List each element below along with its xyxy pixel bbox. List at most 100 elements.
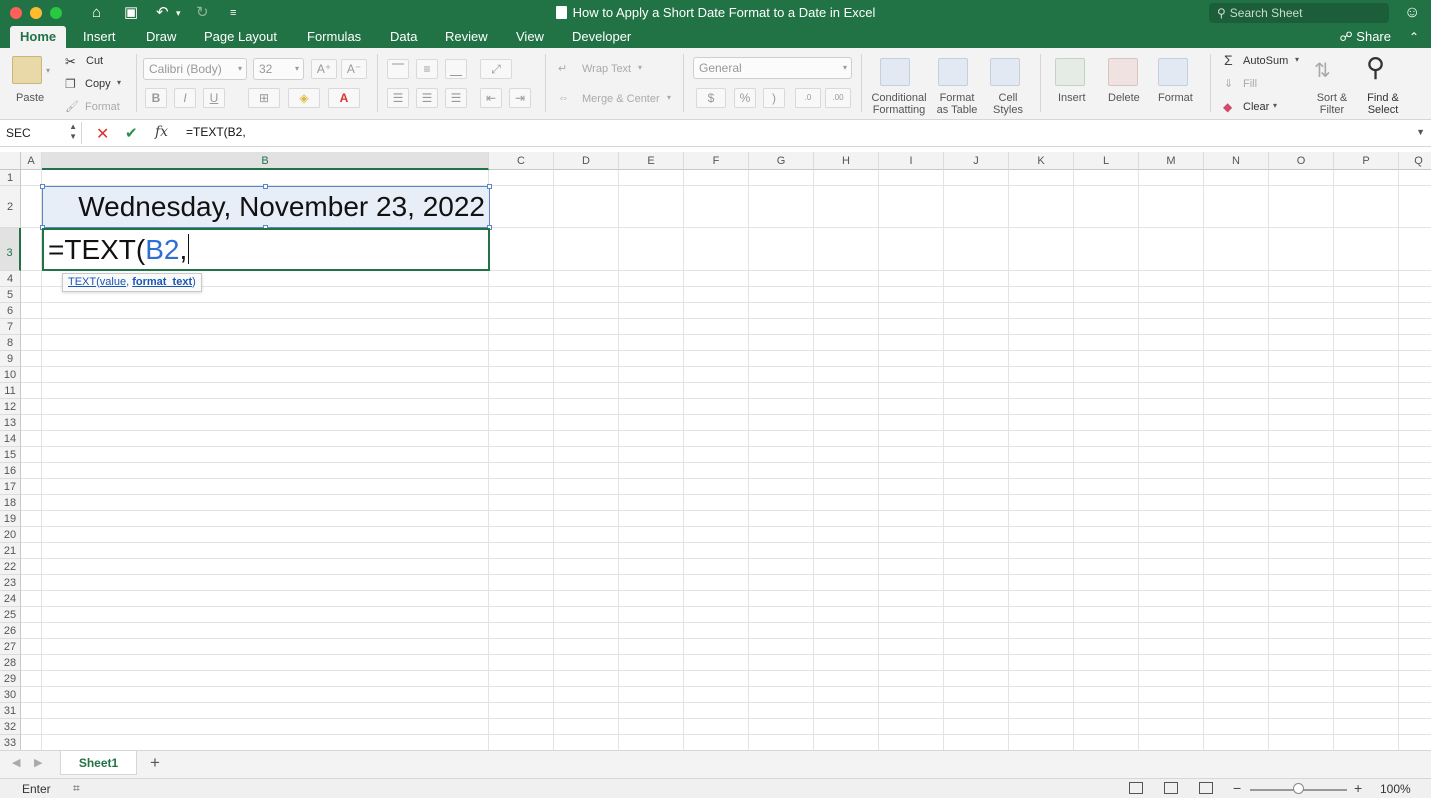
row-header-26[interactable]: 26 [0,623,21,639]
format-painter-icon[interactable]: 🖌 [65,100,79,113]
formula-input[interactable]: =TEXT(B2, [186,125,246,139]
row-header-1[interactable]: 1 [0,170,21,186]
currency-button[interactable]: $ [696,88,726,108]
tab-formulas[interactable]: Formulas [307,26,361,48]
format-painter-label[interactable]: Format [85,101,120,113]
column-header-a[interactable]: A [21,152,42,170]
fill-button[interactable]: Fill [1243,78,1257,90]
cell-styles-button[interactable]: Cell Styles [988,92,1028,116]
row-header-20[interactable]: 20 [0,527,21,543]
row-header-27[interactable]: 27 [0,639,21,655]
column-header-n[interactable]: N [1204,152,1269,170]
insert-function-icon[interactable]: fx [155,124,168,140]
format-as-table-button[interactable]: Format as Table [930,92,984,116]
macro-record-icon[interactable]: ⌗ [73,781,80,796]
number-format-select[interactable]: General ▾ [693,57,852,79]
autosum-icon[interactable]: Σ [1224,52,1233,68]
reference-handle[interactable] [487,184,492,189]
column-header-e[interactable]: E [619,152,684,170]
row-header-19[interactable]: 19 [0,511,21,527]
row-header-3[interactable]: 3 [0,228,21,271]
row-header-17[interactable]: 17 [0,479,21,495]
clear-dropdown-icon[interactable]: ▾ [1273,101,1277,110]
borders-button[interactable]: ⊞ [248,88,280,108]
eraser-icon[interactable]: ◆ [1223,100,1232,114]
reference-handle[interactable] [263,184,268,189]
row-header-8[interactable]: 8 [0,335,21,351]
tab-home[interactable]: Home [10,26,67,48]
column-header-f[interactable]: F [684,152,749,170]
zoom-level[interactable]: 100% [1380,782,1411,796]
copy-dropdown-icon[interactable]: ▾ [117,78,121,87]
select-all-corner[interactable] [0,152,21,170]
column-header-j[interactable]: J [944,152,1009,170]
sort-filter-icon[interactable]: ⇅ [1314,58,1331,83]
align-left-icon[interactable]: ☰ [387,88,409,108]
insert-cells-button[interactable]: Insert [1058,92,1086,104]
add-sheet-icon[interactable]: + [150,753,160,773]
decrease-decimal-icon[interactable]: .00 [825,88,851,108]
decrease-indent-icon[interactable]: ⇤ [480,88,502,108]
tooltip-arg-format-text[interactable]: format_text [132,276,192,288]
row-header-7[interactable]: 7 [0,319,21,335]
column-header-q[interactable]: Q [1399,152,1431,170]
wrap-text-button[interactable]: Wrap Text [582,63,631,75]
find-select-button[interactable]: Find & Select [1362,92,1404,116]
page-layout-view-icon[interactable] [1164,782,1178,794]
format-cells-icon[interactable] [1158,58,1188,86]
clear-button[interactable]: Clear [1243,101,1269,113]
merge-dropdown-icon[interactable]: ▾ [667,93,671,102]
increase-indent-icon[interactable]: ⇥ [509,88,531,108]
cell-b3-editor[interactable]: =TEXT(B2, [42,228,490,271]
normal-view-icon[interactable] [1129,782,1143,794]
autosum-dropdown-icon[interactable]: ▾ [1295,55,1299,64]
tab-draw[interactable]: Draw [146,26,176,48]
zoom-out-icon[interactable]: − [1233,780,1241,796]
row-header-2[interactable]: 2 [0,186,21,228]
font-color-button[interactable]: A [328,88,360,108]
column-header-b[interactable]: B [42,152,489,170]
tab-insert[interactable]: Insert [83,26,116,48]
row-header-23[interactable]: 23 [0,575,21,591]
worksheet-grid[interactable]: A B C D E F G H I J K L M N O P Q 1 2 3 4 5 6 7 8 9 10 11 12 13 14 15 16… [0,152,1431,750]
fill-icon[interactable]: ⇓ [1224,77,1233,90]
percent-button[interactable]: % [734,88,756,108]
row-header-24[interactable]: 24 [0,591,21,607]
zoom-slider-thumb[interactable] [1293,783,1304,794]
orientation-icon[interactable]: ⤢ [480,59,512,79]
copy-label[interactable]: Copy [85,78,111,90]
column-header-p[interactable]: P [1334,152,1399,170]
increase-font-size-button[interactable]: A⁺ [311,59,337,79]
row-header-9[interactable]: 9 [0,351,21,367]
row-header-29[interactable]: 29 [0,671,21,687]
column-header-h[interactable]: H [814,152,879,170]
tab-view[interactable]: View [516,26,544,48]
column-header-i[interactable]: I [879,152,944,170]
find-select-icon[interactable]: ⚲ [1366,52,1385,83]
column-header-o[interactable]: O [1269,152,1334,170]
column-header-l[interactable]: L [1074,152,1139,170]
align-bottom-icon[interactable]: ⎽ [445,59,467,79]
row-header-11[interactable]: 11 [0,383,21,399]
row-header-25[interactable]: 25 [0,607,21,623]
paste-label[interactable]: Paste [16,92,44,104]
increase-decimal-icon[interactable]: .0 [795,88,821,108]
tab-developer[interactable]: Developer [572,26,631,48]
paste-icon[interactable] [12,56,42,84]
format-as-table-icon[interactable] [938,58,968,86]
cell-b2[interactable]: Wednesday, November 23, 2022 [42,186,490,228]
align-middle-icon[interactable]: ≡ [416,59,438,79]
wrap-text-icon[interactable]: ↵ [558,62,567,75]
tooltip-arg-value[interactable]: value [100,276,126,288]
row-header-12[interactable]: 12 [0,399,21,415]
row-header-28[interactable]: 28 [0,655,21,671]
tab-data[interactable]: Data [390,26,417,48]
font-name-select[interactable]: Calibri (Body) ▾ [143,58,247,80]
column-header-d[interactable]: D [554,152,619,170]
column-header-g[interactable]: G [749,152,814,170]
merge-center-icon[interactable]: ⇔ [558,92,569,104]
row-header-13[interactable]: 13 [0,415,21,431]
row-header-33[interactable]: 33 [0,735,21,750]
row-header-18[interactable]: 18 [0,495,21,511]
cut-icon[interactable]: ✂ [65,54,76,70]
